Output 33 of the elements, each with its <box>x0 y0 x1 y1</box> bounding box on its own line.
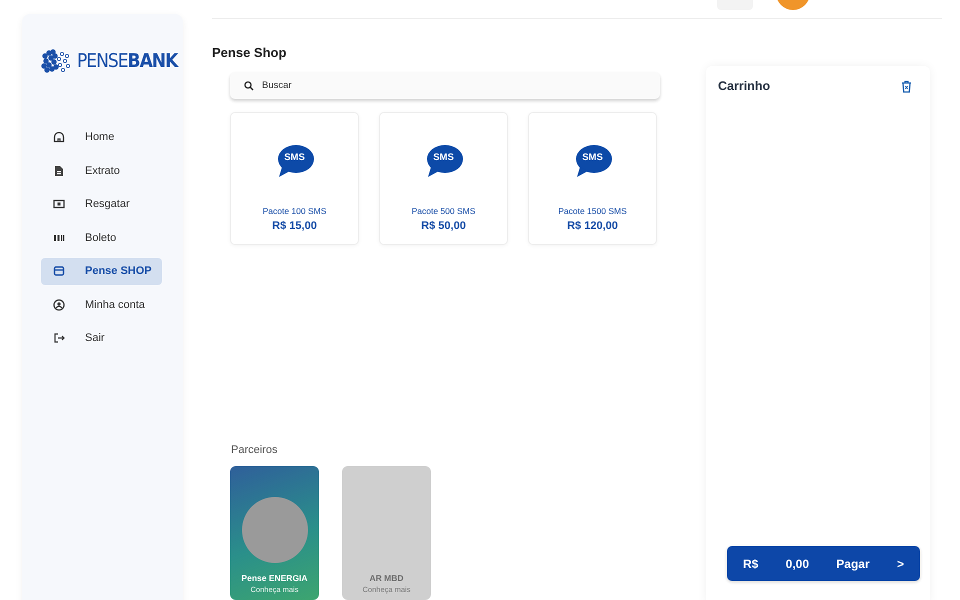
product-price: R$ 120,00 <box>567 220 618 232</box>
pay-button[interactable]: R$ 0,00 Pagar > <box>727 546 920 581</box>
sidebar-item[interactable]: Home <box>41 124 162 150</box>
product-price: R$ 15,00 <box>272 220 317 232</box>
search-icon <box>244 80 254 90</box>
partner-name: Pense ENERGIA <box>241 573 308 583</box>
search-field[interactable]: Buscar <box>230 72 660 99</box>
cart-title: Carrinho <box>718 79 770 93</box>
product-name: Pacote 1500 SMS <box>558 206 627 216</box>
partner-name: AR MBD <box>370 573 404 583</box>
product-card[interactable]: SMS Pacote 1500 SMS R$ 120,00 <box>528 112 657 245</box>
product-name: Pacote 500 SMS <box>412 206 476 216</box>
product-card[interactable]: SMS Pacote 100 SMS R$ 15,00 <box>230 112 359 245</box>
home-icon <box>53 131 65 144</box>
document-icon <box>53 164 65 177</box>
sidebar-item[interactable]: Extrato <box>41 158 162 184</box>
product-card[interactable]: SMS Pacote 500 SMS R$ 50,00 <box>379 112 508 245</box>
logout-icon <box>53 332 65 344</box>
sidebar-item[interactable]: Boleto <box>41 224 162 251</box>
partners-title: Parceiros <box>231 444 278 456</box>
product-price: R$ 50,00 <box>421 220 466 232</box>
brand-logo-text: PENSEBANK <box>77 50 178 72</box>
product-name: Pacote 100 SMS <box>262 206 326 216</box>
sidebar-item[interactable]: Resgatar <box>41 191 162 218</box>
trash-icon[interactable] <box>901 80 912 92</box>
sidebar-item[interactable]: Sair <box>41 325 162 352</box>
sidebar-item[interactable]: Minha conta <box>41 292 162 318</box>
page-title: Pense Shop <box>212 45 288 60</box>
banknote-icon <box>53 198 65 210</box>
shop-icon <box>53 265 65 278</box>
user-icon <box>53 298 65 311</box>
logo-icon <box>41 48 71 74</box>
sidebar-item[interactable]: Pense SHOP <box>41 258 162 284</box>
